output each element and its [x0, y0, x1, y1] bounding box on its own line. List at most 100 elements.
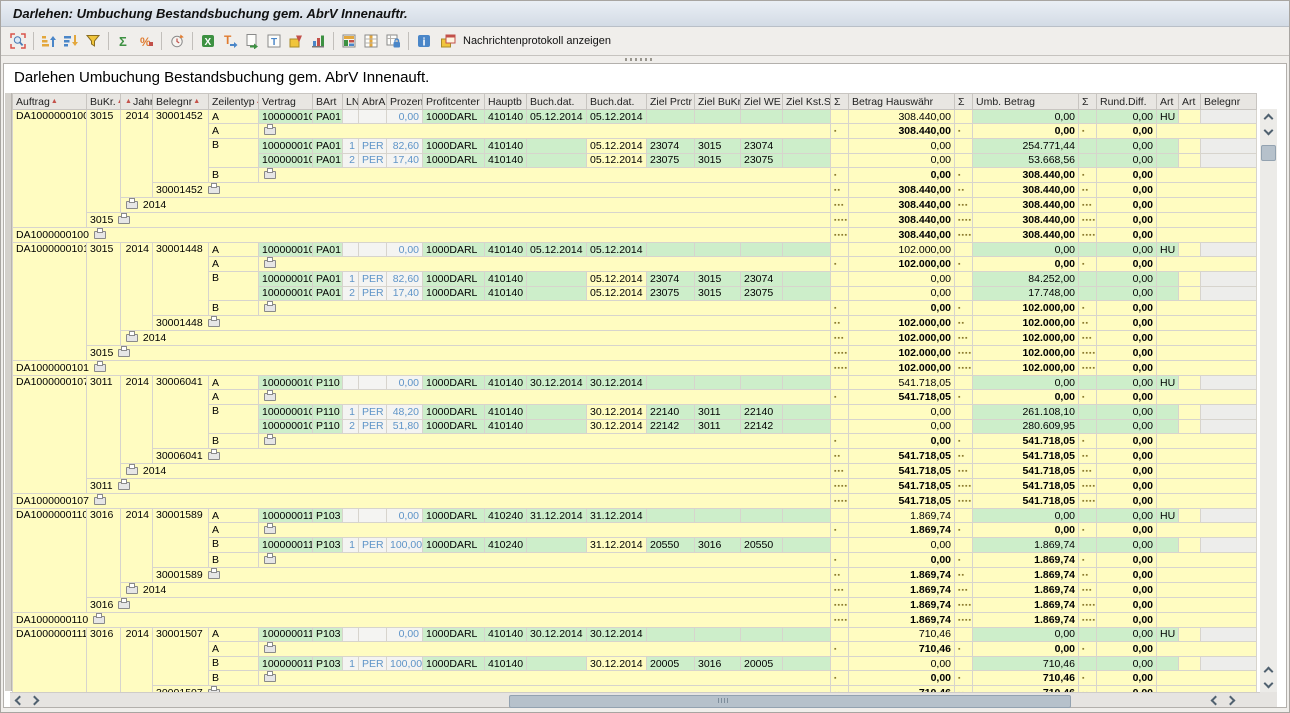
cell-rund-diff[interactable]: 0,00 — [1097, 361, 1157, 376]
total-button[interactable]: Σ — [113, 30, 135, 52]
cell-ziel-we[interactable] — [741, 627, 783, 641]
cell-betrag[interactable]: 308.440,00 — [849, 198, 955, 213]
cell-rund-diff[interactable]: 0,00 — [1097, 642, 1157, 657]
cell-betrag[interactable]: 0,00 — [849, 286, 955, 300]
cell-art2[interactable] — [1179, 272, 1201, 286]
cell-sum3[interactable] — [1079, 110, 1097, 124]
cell-rund-diff[interactable]: 0,00 — [1097, 612, 1157, 627]
cell-auftrag-sum[interactable]: DA1000000110 — [13, 612, 831, 627]
cell-betrag[interactable]: 0,00 — [849, 405, 955, 419]
set-filter-button[interactable] — [82, 30, 104, 52]
cell-spacer[interactable] — [259, 257, 831, 272]
cell-rund-diff[interactable]: 0,00 — [1097, 494, 1157, 509]
cell-art1[interactable]: HU — [1157, 110, 1179, 124]
cell-sum3[interactable] — [1079, 376, 1097, 390]
cell-spacer[interactable] — [259, 642, 831, 657]
cell-vertrag[interactable]: 1000000101 — [259, 286, 313, 300]
cell-sum2[interactable]: ▪▪▪▪ — [955, 479, 973, 494]
cell-ziel-prctr[interactable]: 22142 — [647, 419, 695, 433]
cell-ziel-prctr[interactable] — [647, 627, 695, 641]
cell-ziel-prctr[interactable] — [647, 376, 695, 390]
cell-betrag[interactable]: 308.440,00 — [849, 124, 955, 139]
cell-ziel-we[interactable] — [741, 243, 783, 257]
cell-jahr[interactable]: 2014 — [121, 243, 153, 331]
cell-prozent[interactable]: 0,00 — [387, 243, 423, 257]
cell-buchdat2[interactable]: 30.12.2014 — [587, 405, 647, 419]
cell-sum1[interactable]: ▪▪▪▪▪ — [831, 612, 849, 627]
cell-sum2[interactable] — [955, 538, 973, 552]
cell-spacer[interactable] — [259, 301, 831, 316]
cell-sum2[interactable] — [955, 272, 973, 286]
cell-ziel-we[interactable] — [741, 509, 783, 523]
cell-ziel-we[interactable] — [741, 376, 783, 390]
column-header-auftrag[interactable]: Auftrag▲ — [13, 94, 87, 110]
cell-belegnr2[interactable] — [1201, 153, 1257, 167]
cell-bart[interactable]: PA01 — [313, 286, 343, 300]
cell-art2[interactable] — [1179, 153, 1201, 167]
cell-betrag[interactable]: 0,00 — [849, 301, 955, 316]
cell-sum2[interactable] — [955, 419, 973, 433]
cell-hauptb[interactable]: 410140 — [485, 153, 527, 167]
scroll-down-button-bottom[interactable] — [1260, 677, 1277, 692]
cell-umb-betrag[interactable]: 1.869,74 — [973, 552, 1079, 567]
cell-betrag[interactable]: 710,46 — [849, 642, 955, 657]
cell-art2[interactable] — [1179, 509, 1201, 523]
cell-art1[interactable] — [1157, 139, 1179, 153]
cell-tail[interactable] — [1157, 552, 1257, 567]
splitter[interactable] — [1, 56, 1289, 63]
cell-sum3[interactable]: ▪▪▪▪ — [1079, 479, 1097, 494]
cell-bukr-sum[interactable]: 3015 — [87, 346, 831, 361]
cell-hauptb[interactable]: 410140 — [485, 405, 527, 419]
cell-sum3[interactable]: ▪ — [1079, 434, 1097, 449]
cell-sum1[interactable] — [831, 110, 849, 124]
cell-sum1[interactable] — [831, 419, 849, 433]
cell-umb-betrag[interactable]: 84.252,00 — [973, 272, 1079, 286]
cell-belegnr-sum[interactable]: 30006041 — [153, 449, 831, 464]
cell-umb-betrag[interactable]: 102.000,00 — [973, 346, 1079, 361]
cell-tail[interactable] — [1157, 301, 1257, 316]
cell-art1[interactable]: HU — [1157, 509, 1179, 523]
cell-sum3[interactable]: ▪▪▪ — [1079, 331, 1097, 346]
cell-umb-betrag[interactable]: 541.718,05 — [973, 434, 1079, 449]
views-button[interactable] — [338, 30, 360, 52]
cell-bukr[interactable]: 3015 — [87, 110, 121, 213]
cell-umb-betrag[interactable]: 0,00 — [973, 627, 1079, 641]
horizontal-scrollbar[interactable] — [10, 692, 1260, 707]
cell-rund-diff[interactable]: 0,00 — [1097, 376, 1157, 390]
cell-umb-betrag[interactable]: 0,00 — [973, 110, 1079, 124]
cell-zeilentyp[interactable]: A — [209, 390, 259, 405]
vertical-scrollbar[interactable] — [1260, 109, 1277, 692]
cell-umb-betrag[interactable]: 102.000,00 — [973, 331, 1079, 346]
cell-betrag[interactable]: 0,00 — [849, 272, 955, 286]
cell-abrart[interactable]: PER — [359, 139, 387, 153]
cell-art2[interactable] — [1179, 286, 1201, 300]
cell-art2[interactable] — [1179, 139, 1201, 153]
cell-buchdat1[interactable]: 05.12.2014 — [527, 110, 587, 124]
cell-zeilentyp[interactable]: B — [209, 168, 259, 183]
cell-sum3[interactable]: ▪▪▪ — [1079, 198, 1097, 213]
cell-rund-diff[interactable]: 0,00 — [1097, 331, 1157, 346]
cell-tail[interactable] — [1157, 198, 1257, 213]
cell-buchdat2[interactable]: 31.12.2014 — [587, 509, 647, 523]
cell-auftrag[interactable]: DA1000000100 — [13, 110, 87, 228]
cell-betrag[interactable]: 541.718,05 — [849, 449, 955, 464]
cell-rund-diff[interactable]: 0,00 — [1097, 257, 1157, 272]
cell-spacer[interactable] — [259, 168, 831, 183]
cell-sum1[interactable]: ▪▪ — [831, 567, 849, 582]
cell-bart[interactable]: PA01 — [313, 153, 343, 167]
cell-rund-diff[interactable]: 0,00 — [1097, 552, 1157, 567]
cell-vertrag[interactable]: 1000000100 — [259, 153, 313, 167]
cell-tail[interactable] — [1157, 449, 1257, 464]
cell-belegnr2[interactable] — [1201, 272, 1257, 286]
cell-umb-betrag[interactable]: 308.440,00 — [973, 213, 1079, 228]
cell-umb-betrag[interactable]: 0,00 — [973, 642, 1079, 657]
cell-rund-diff[interactable]: 0,00 — [1097, 168, 1157, 183]
cell-sum2[interactable]: ▪▪▪▪▪ — [955, 494, 973, 509]
cell-art1[interactable] — [1157, 419, 1179, 433]
cell-buchdat1[interactable] — [527, 405, 587, 419]
cell-lnr[interactable]: 1 — [343, 405, 359, 419]
cell-lnr[interactable]: 2 — [343, 153, 359, 167]
cell-umb-betrag[interactable]: 1.869,74 — [973, 538, 1079, 552]
cell-zeilentyp[interactable]: A — [209, 110, 259, 124]
cell-umb-betrag[interactable]: 102.000,00 — [973, 316, 1079, 331]
